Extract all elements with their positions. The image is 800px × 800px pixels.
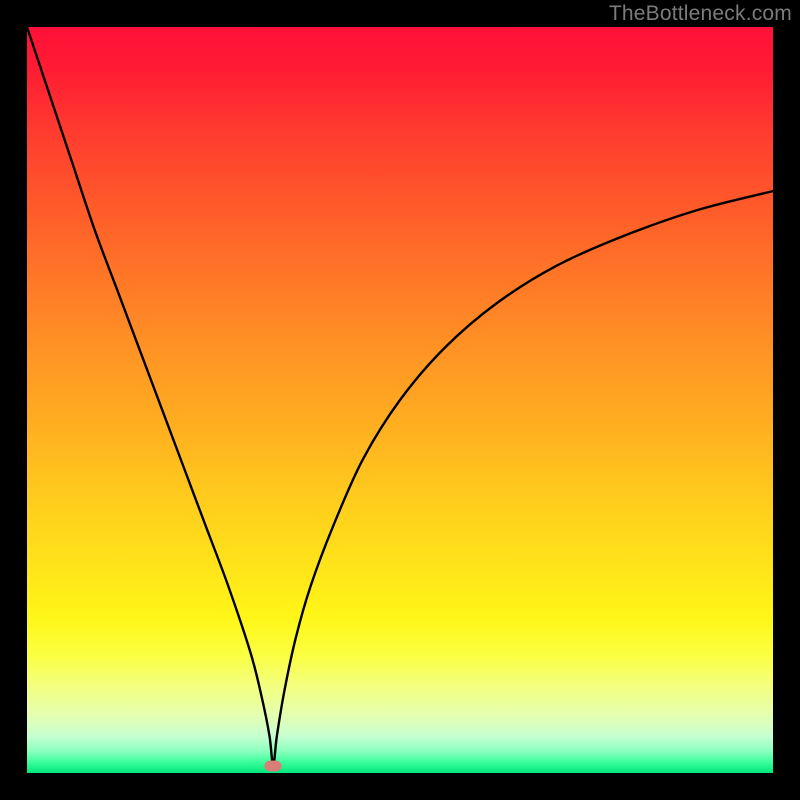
watermark-text: TheBottleneck.com bbox=[609, 2, 792, 26]
plot-area bbox=[27, 27, 773, 773]
bottleneck-curve bbox=[27, 27, 773, 773]
chart-frame: TheBottleneck.com bbox=[0, 0, 800, 800]
minimum-marker bbox=[265, 760, 282, 771]
